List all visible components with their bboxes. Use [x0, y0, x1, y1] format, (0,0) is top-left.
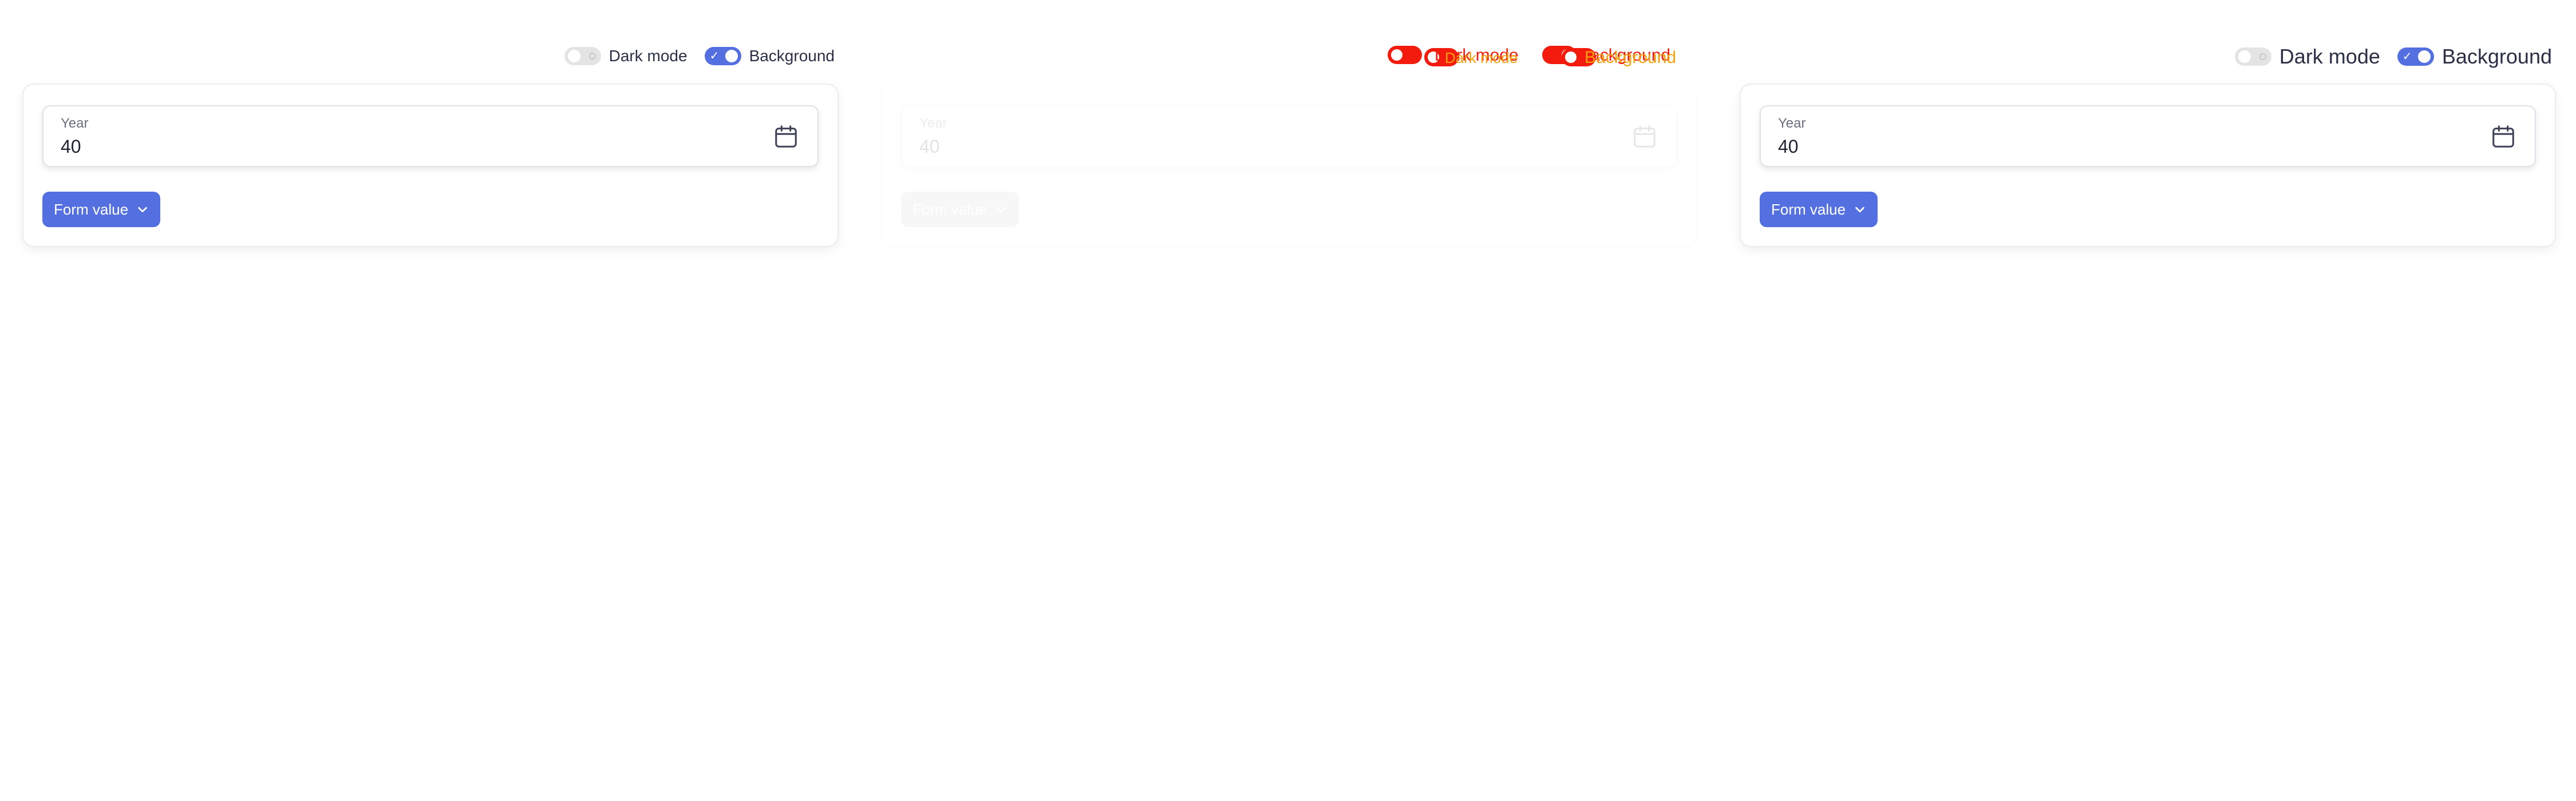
form-value-button[interactable]: Form value: [1760, 192, 1878, 227]
year-picker-field[interactable]: Year 40: [901, 105, 1677, 167]
switch-knob: [2238, 50, 2251, 63]
background-toggle-group[interactable]: ✓ Background: [704, 47, 835, 65]
demo-card: Year 40 Form value: [1741, 85, 2555, 246]
calendar-icon[interactable]: [2490, 124, 2516, 150]
year-value[interactable]: 40: [919, 136, 940, 157]
off-mark-icon: [588, 53, 596, 60]
calendar-icon[interactable]: [773, 124, 799, 150]
year-label: Year: [1778, 116, 1806, 131]
background-switch[interactable]: ✓: [2397, 47, 2434, 66]
background-label: Background: [749, 47, 835, 65]
dark-mode-label: Dark mode: [609, 47, 688, 65]
background-switch[interactable]: ✓: [704, 47, 741, 65]
switch-knob: [2417, 50, 2431, 63]
dark-mode-switch[interactable]: [1388, 46, 1422, 64]
toolbar: Dark mode ✓ Background: [2234, 45, 2552, 69]
check-icon: ✓: [2402, 50, 2412, 63]
background-label: Background: [2441, 45, 2552, 68]
panel-right: Dark mode ✓ Background Year 40 Form valu…: [1717, 0, 2576, 801]
background-label: Background: [1585, 48, 1677, 67]
chevron-down-icon: [1855, 207, 1864, 213]
diff-overlay-toolbar: Dark mode Dark mode Background Backgroun…: [1388, 46, 1697, 69]
year-label: Year: [61, 116, 89, 131]
form-value-label: Form value: [1771, 200, 1846, 218]
off-mark-icon: [2259, 53, 2266, 60]
switch-knob: [567, 50, 580, 62]
switch-knob: [1391, 49, 1402, 61]
demo-card: Year 40 Form value: [23, 85, 837, 246]
panel-middle: Year 40 Form value Dark mode Dark mode B…: [859, 0, 1717, 801]
dark-mode-switch[interactable]: [564, 47, 601, 65]
form-value-label: Form value: [54, 200, 129, 218]
year-label: Year: [919, 116, 947, 131]
dark-mode-label: Dark mode: [1445, 49, 1518, 66]
year-value[interactable]: 40: [61, 136, 81, 157]
toolbar: Dark mode ✓ Background: [564, 47, 835, 65]
switch-knob: [725, 50, 738, 62]
demo-card-faded: Year 40 Form value: [882, 85, 1696, 246]
year-picker-field[interactable]: Year 40: [1760, 105, 2536, 167]
dark-mode-toggle-group[interactable]: Dark mode: [564, 47, 688, 65]
form-value-button[interactable]: Form value: [42, 192, 161, 227]
panel-left: Dark mode ✓ Background Year 40 Form valu…: [0, 0, 859, 801]
form-value-button[interactable]: Form value: [901, 192, 1020, 227]
dark-mode-label: Dark mode: [2279, 45, 2380, 68]
year-picker-field[interactable]: Year 40: [42, 105, 819, 167]
form-value-label: Form value: [912, 200, 987, 218]
year-value[interactable]: 40: [1778, 136, 1799, 157]
chevron-down-icon: [138, 207, 147, 213]
background-toggle-group[interactable]: ✓ Background: [2397, 45, 2552, 69]
dark-mode-toggle-group[interactable]: Dark mode: [2234, 45, 2380, 69]
chevron-down-icon: [997, 207, 1006, 213]
dark-mode-switch[interactable]: [2234, 47, 2271, 66]
calendar-icon[interactable]: [1631, 124, 1658, 150]
switch-knob: [1565, 51, 1577, 63]
check-icon: ✓: [709, 50, 720, 62]
